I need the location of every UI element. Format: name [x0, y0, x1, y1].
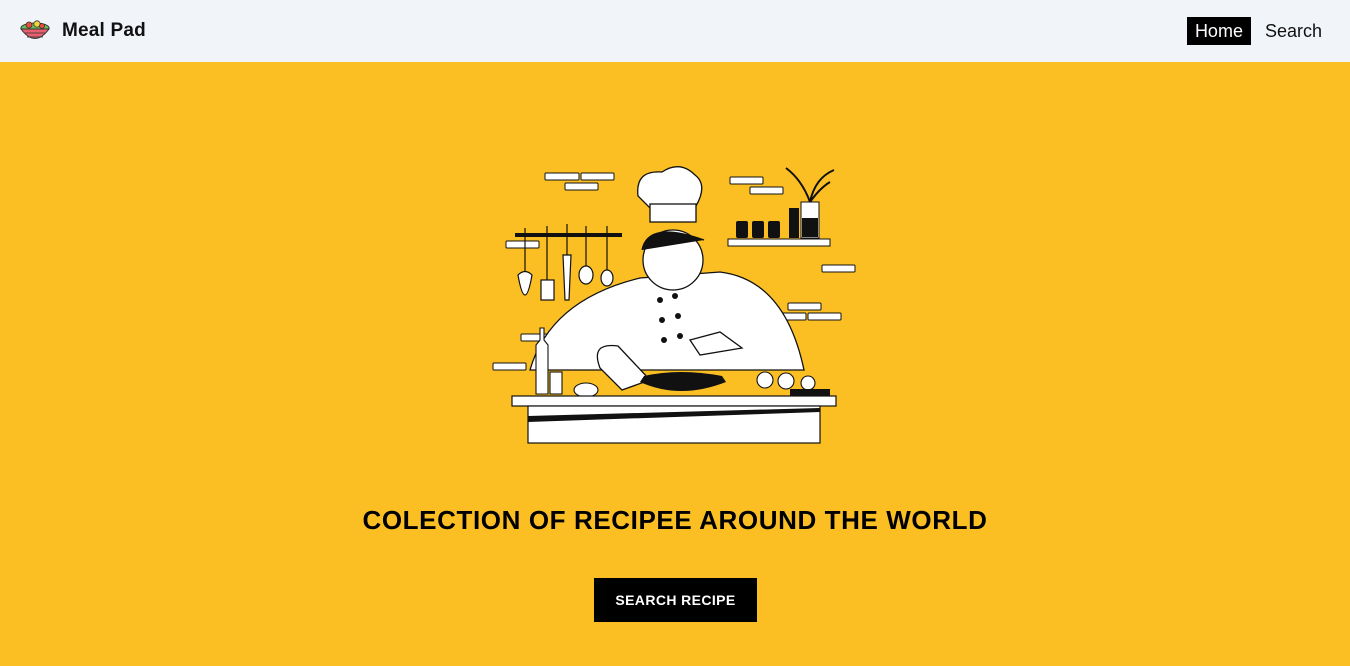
chef-cooking-illustration	[492, 166, 856, 444]
nav-link-search[interactable]: Search	[1257, 17, 1330, 45]
top-navbar: Meal Pad Home Search	[0, 0, 1350, 62]
nav-links: Home Search	[1186, 17, 1330, 45]
nav-link-home[interactable]: Home	[1186, 17, 1251, 45]
brand-name: Meal Pad	[62, 20, 146, 41]
search-recipe-button[interactable]: SEARCH RECIPE	[594, 578, 757, 622]
hero-title: COLECTION OF RECIPEE AROUND THE WORLD	[362, 505, 988, 535]
salad-bowl-icon	[20, 20, 50, 39]
brand-link[interactable]: Meal Pad	[18, 14, 146, 48]
hero-section: COLECTION OF RECIPEE AROUND THE WORLD SE…	[0, 62, 1350, 666]
